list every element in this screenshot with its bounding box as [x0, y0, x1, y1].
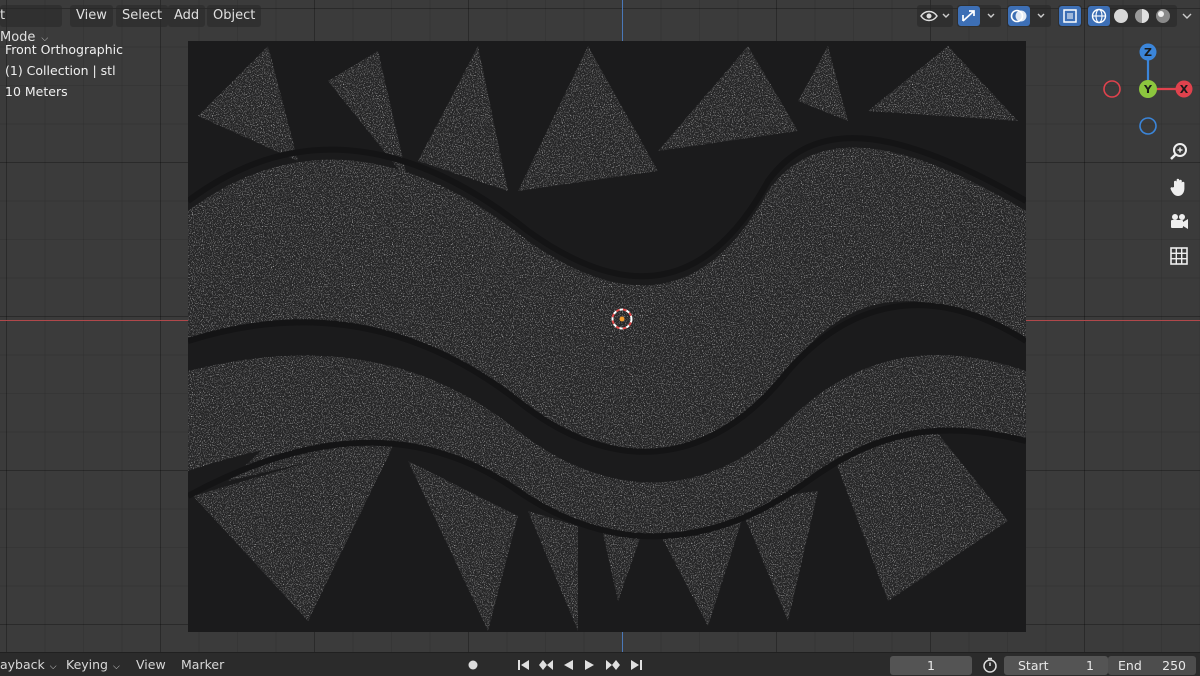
3d-viewport[interactable]: [0, 0, 1200, 652]
record-icon: [468, 660, 478, 670]
xray-toggle[interactable]: [1058, 5, 1082, 27]
timeline-header: ayback ⌵ Keying ⌵ View Marker 1 Start 1 En…: [0, 652, 1200, 676]
play-button[interactable]: [580, 656, 600, 674]
play-icon: [585, 660, 594, 670]
keying-menu[interactable]: Keying ⌵: [66, 657, 120, 672]
marker-menu[interactable]: Marker: [181, 657, 224, 672]
xray-icon: [1059, 6, 1081, 26]
shading-modes[interactable]: [1087, 5, 1177, 27]
jump-end-icon: [631, 660, 642, 670]
jump-end-button[interactable]: [626, 656, 646, 674]
overlay-dropdown[interactable]: [1007, 5, 1051, 27]
menu-object[interactable]: Object: [207, 5, 262, 27]
end-value: 250: [1162, 658, 1186, 673]
mode-dropdown[interactable]: t Mode ⌵: [0, 5, 62, 45]
keying-label: Keying: [66, 657, 108, 672]
grid-icon[interactable]: [1166, 243, 1192, 269]
menu-add[interactable]: Add: [168, 5, 206, 27]
prev-keyframe-icon: [539, 660, 553, 670]
start-label: Start: [1018, 658, 1049, 673]
z-axis-label: Z: [1144, 46, 1152, 59]
navigation-gizmo[interactable]: Z X Y: [1100, 40, 1200, 140]
mode-label: t Mode: [0, 8, 36, 45]
mesh-preview: [188, 41, 1026, 632]
playback-label: ayback: [0, 657, 45, 672]
shading-icons: [1088, 6, 1170, 26]
transform-gizmo-icon: [958, 6, 995, 26]
start-frame-field[interactable]: Start 1: [1004, 656, 1108, 675]
negative-x-handle[interactable]: [1103, 80, 1121, 98]
current-frame-field[interactable]: 1: [890, 656, 972, 675]
eye-icon: [920, 10, 950, 22]
zoom-icon[interactable]: [1166, 139, 1192, 165]
jump-start-icon: [518, 660, 529, 670]
visibility-dropdown[interactable]: [917, 5, 953, 27]
playback-menu[interactable]: ayback ⌵: [0, 657, 57, 672]
menu-view[interactable]: View: [70, 5, 113, 27]
menu-select[interactable]: Select: [116, 5, 169, 27]
stopwatch-icon[interactable]: [980, 656, 1000, 674]
end-label: End: [1118, 658, 1142, 673]
end-frame-field[interactable]: End 250: [1108, 656, 1196, 675]
chevron-down-icon: ⌵: [113, 662, 120, 672]
play-reverse-icon: [564, 660, 573, 670]
overlay-icon: [1008, 6, 1045, 26]
viewport-header: t Mode ⌵ View Select Add Object: [0, 0, 1200, 45]
start-value: 1: [1086, 658, 1094, 673]
jump-start-button[interactable]: [514, 656, 534, 674]
chevron-down-icon: ⌵: [49, 662, 57, 672]
camera-icon[interactable]: [1166, 209, 1192, 235]
record-button[interactable]: [463, 656, 483, 674]
shading-dropdown-chevron-icon[interactable]: [1178, 6, 1196, 26]
3d-cursor-icon[interactable]: [611, 308, 633, 330]
next-keyframe-icon: [606, 660, 620, 670]
next-keyframe-button[interactable]: [603, 656, 623, 674]
x-axis-label: X: [1180, 83, 1189, 96]
hand-icon[interactable]: [1166, 174, 1192, 200]
play-reverse-button[interactable]: [558, 656, 578, 674]
view-name-label: Front Orthographic: [5, 42, 123, 57]
gizmo-dropdown[interactable]: [957, 5, 1001, 27]
prev-keyframe-button[interactable]: [536, 656, 556, 674]
scale-label: 10 Meters: [5, 84, 68, 99]
collection-label: (1) Collection | stl: [5, 63, 116, 78]
timeline-view-menu[interactable]: View: [136, 657, 166, 672]
y-axis-label: Y: [1143, 83, 1153, 96]
object-render-area[interactable]: [188, 41, 1026, 632]
negative-z-handle[interactable]: [1139, 117, 1157, 135]
